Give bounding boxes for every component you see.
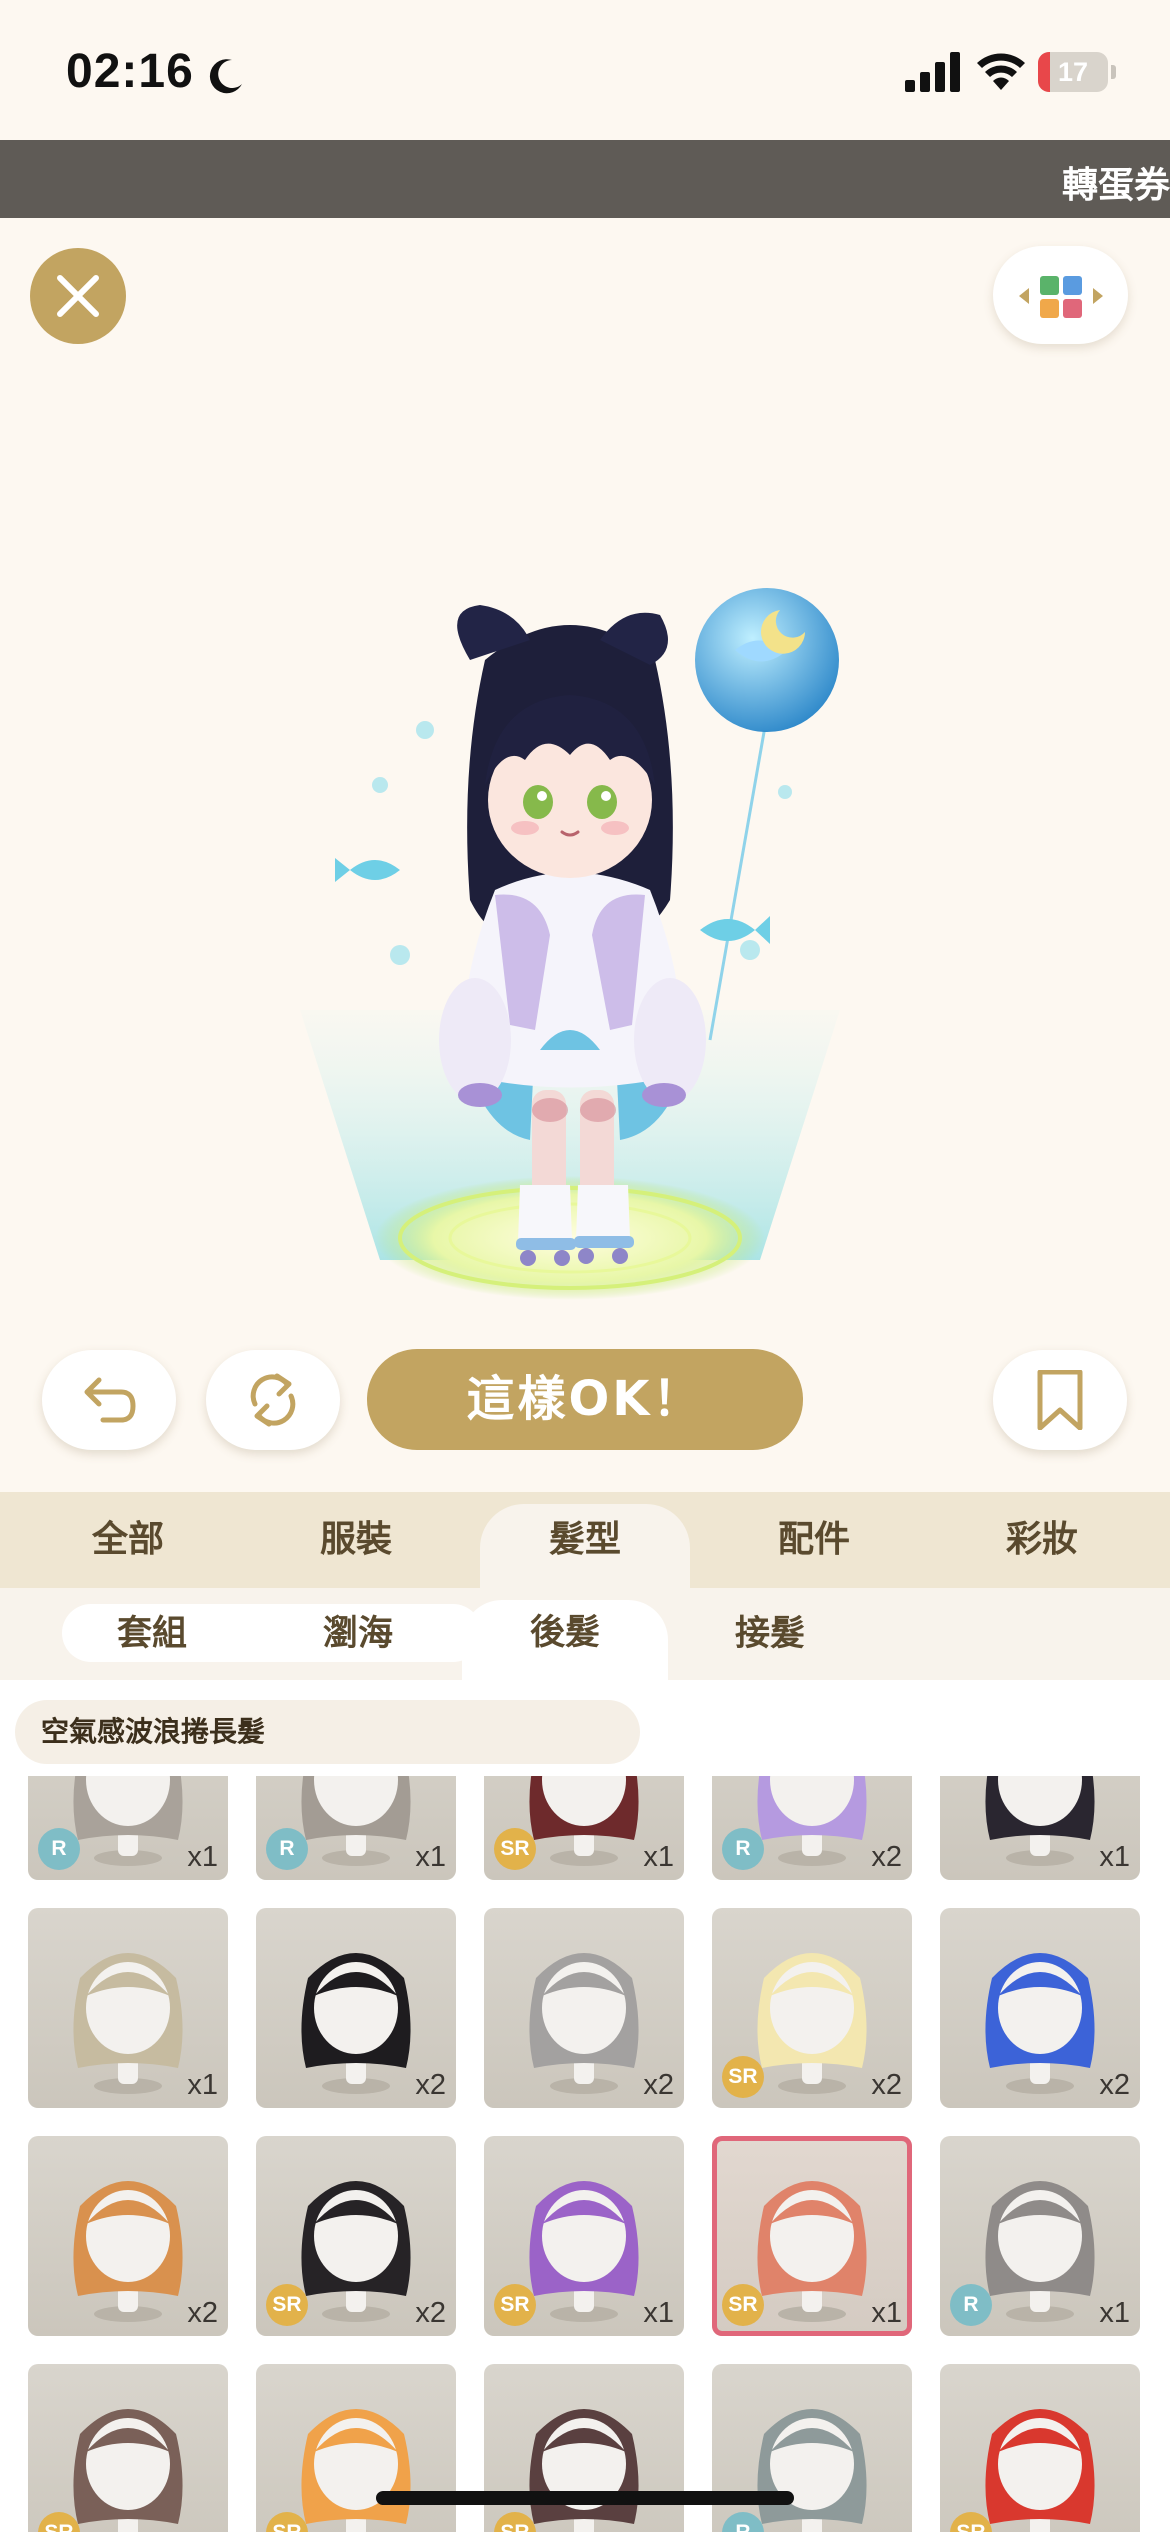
- subtab-set[interactable]: 套組: [52, 1588, 252, 1680]
- item-count: x1: [871, 2297, 902, 2329]
- hair-item-tile[interactable]: x2: [256, 1908, 456, 2108]
- hair-item-tile[interactable]: SR: [256, 2364, 456, 2532]
- home-indicator[interactable]: [376, 2491, 794, 2505]
- bookmark-button[interactable]: [993, 1350, 1127, 1450]
- hair-item-tile[interactable]: SR: [484, 2364, 684, 2532]
- hair-item-tile[interactable]: SR x1: [484, 1776, 684, 1880]
- hair-item-tile[interactable]: SR x1: [484, 2136, 684, 2336]
- hair-preview-icon: [73, 2409, 183, 2532]
- item-count: x1: [187, 2069, 218, 2101]
- hair-item-tile[interactable]: Rx1: [256, 1776, 456, 1880]
- rarity-badge: R: [950, 2284, 992, 2326]
- battery-level: 17: [1057, 57, 1089, 87]
- subcategory-tabs: 套組 瀏海 後髮 接髮: [0, 1588, 1170, 1680]
- status-time: 02:16: [66, 45, 194, 98]
- hair-item-tile[interactable]: Rx1: [940, 2136, 1140, 2336]
- subtab-back-hair[interactable]: 後髮: [462, 1600, 668, 1680]
- rarity-badge: R: [722, 1828, 764, 1870]
- rarity-badge: SR: [494, 1828, 536, 1870]
- avatar-preview: [300, 588, 840, 1300]
- status-bar: 02:16 17: [0, 0, 1170, 140]
- item-grid-area: 空氣感波浪捲長髮 Rx1 Rx1 SR x1 Rx2 x1 x1 x2 x2 SR x2 x2 x2 SR…: [0, 1680, 1170, 2532]
- confirm-ok-button[interactable]: 這樣OK！: [367, 1349, 803, 1450]
- hair-preview-icon: [529, 2409, 639, 2532]
- tab-accessories[interactable]: 配件: [700, 1492, 928, 1588]
- hair-item-tile[interactable]: Rx1: [28, 1776, 228, 1880]
- close-icon: [57, 275, 99, 317]
- hair-preview-icon: [757, 2409, 867, 2532]
- rarity-badge: R: [38, 1828, 80, 1870]
- randomize-button[interactable]: [206, 1350, 340, 1450]
- hair-item-tile[interactable]: x1: [940, 1776, 1140, 1880]
- wifi-icon: [977, 53, 1025, 90]
- hair-item-tile[interactable]: SR x2: [712, 1908, 912, 2108]
- tab-clothing[interactable]: 服裝: [242, 1492, 470, 1588]
- hair-item-tile[interactable]: SR: [28, 2364, 228, 2532]
- item-count: x1: [643, 2297, 674, 2329]
- tab-hairstyle[interactable]: 髮型: [480, 1504, 690, 1588]
- item-count: x2: [415, 2297, 446, 2329]
- subtab-bangs[interactable]: 瀏海: [258, 1588, 458, 1680]
- item-count: x1: [643, 1841, 674, 1873]
- hair-item-tile[interactable]: x2: [484, 1908, 684, 2108]
- rarity-badge: SR: [722, 2284, 764, 2326]
- moon-icon: [209, 59, 242, 94]
- hair-item-tile[interactable]: x1: [28, 1908, 228, 2108]
- item-count: x1: [415, 1841, 446, 1873]
- item-count: x2: [415, 2069, 446, 2101]
- ticker-text: 轉蛋券: [1062, 165, 1170, 206]
- selected-item-name: 空氣感波浪捲長髮: [15, 1700, 640, 1764]
- rarity-badge: SR: [266, 2284, 308, 2326]
- close-button[interactable]: [30, 248, 126, 344]
- hair-item-tile[interactable]: x2: [28, 2136, 228, 2336]
- item-count: x1: [187, 1841, 218, 1873]
- item-grid: Rx1 Rx1 SR x1 Rx2 x1 x1 x2 x2 SR x2 x2 x2 SR x2 SR x1 SR x…: [0, 1776, 1170, 2532]
- rarity-badge: SR: [722, 2056, 764, 2098]
- grid-switch-icon: [1019, 276, 1103, 318]
- bookmark-icon: [1037, 1370, 1083, 1430]
- hair-preview-icon: [985, 2409, 1095, 2532]
- item-count: x2: [187, 2297, 218, 2329]
- hair-item-tile[interactable]: SR x1: [712, 2136, 912, 2336]
- item-count: x2: [1099, 2069, 1130, 2101]
- hair-item-tile[interactable]: x2: [940, 1908, 1140, 2108]
- tab-all[interactable]: 全部: [14, 1492, 242, 1588]
- rarity-badge: SR: [494, 2284, 536, 2326]
- item-count: x1: [1099, 1841, 1130, 1873]
- category-tabs: 全部 服裝 髮型 配件 彩妝: [0, 1492, 1170, 1588]
- rarity-badge: R: [266, 1828, 308, 1870]
- item-count: x2: [871, 2069, 902, 2101]
- hair-item-tile[interactable]: SR x2: [256, 2136, 456, 2336]
- announcement-ticker[interactable]: 轉蛋券: [0, 140, 1170, 218]
- cellular-signal-icon: [905, 52, 960, 92]
- item-count: x1: [1099, 2297, 1130, 2329]
- undo-button[interactable]: [42, 1350, 176, 1450]
- refresh-icon: [250, 1373, 296, 1427]
- hair-item-tile[interactable]: Rx2: [712, 1776, 912, 1880]
- tab-makeup[interactable]: 彩妝: [928, 1492, 1156, 1588]
- layout-switch-button[interactable]: [993, 246, 1128, 344]
- hair-item-tile[interactable]: R: [712, 2364, 912, 2532]
- subtab-hair-extensions[interactable]: 接髮: [670, 1588, 870, 1680]
- item-count: x2: [871, 1841, 902, 1873]
- item-count: x2: [643, 2069, 674, 2101]
- battery-icon: 17: [1038, 52, 1116, 92]
- undo-icon: [84, 1377, 136, 1423]
- hair-item-tile[interactable]: SR: [940, 2364, 1140, 2532]
- hair-preview-icon: [301, 2409, 411, 2532]
